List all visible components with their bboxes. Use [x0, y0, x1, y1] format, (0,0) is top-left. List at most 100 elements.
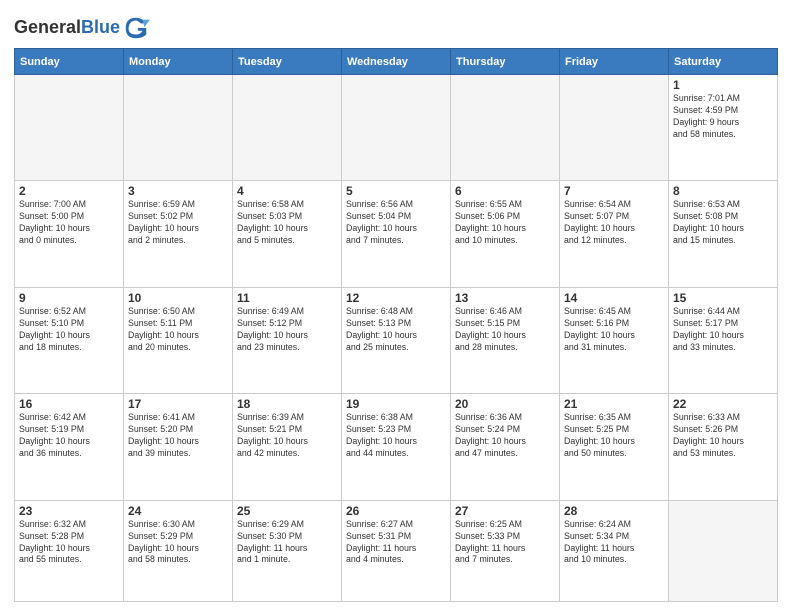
- weekday-header-wednesday: Wednesday: [342, 49, 451, 75]
- day-cell-15: 15Sunrise: 6:44 AM Sunset: 5:17 PM Dayli…: [669, 287, 778, 393]
- day-info: Sunrise: 6:36 AM Sunset: 5:24 PM Dayligh…: [455, 412, 555, 460]
- logo: GeneralBlue: [14, 14, 150, 42]
- day-number: 16: [19, 397, 119, 411]
- empty-cell: [560, 75, 669, 181]
- day-info: Sunrise: 6:29 AM Sunset: 5:30 PM Dayligh…: [237, 519, 337, 567]
- day-info: Sunrise: 6:25 AM Sunset: 5:33 PM Dayligh…: [455, 519, 555, 567]
- day-cell-7: 7Sunrise: 6:54 AM Sunset: 5:07 PM Daylig…: [560, 181, 669, 287]
- day-number: 21: [564, 397, 664, 411]
- day-number: 10: [128, 291, 228, 305]
- day-number: 9: [19, 291, 119, 305]
- day-cell-17: 17Sunrise: 6:41 AM Sunset: 5:20 PM Dayli…: [124, 394, 233, 500]
- day-info: Sunrise: 7:01 AM Sunset: 4:59 PM Dayligh…: [673, 93, 773, 141]
- week-row-3: 9Sunrise: 6:52 AM Sunset: 5:10 PM Daylig…: [15, 287, 778, 393]
- day-info: Sunrise: 6:38 AM Sunset: 5:23 PM Dayligh…: [346, 412, 446, 460]
- empty-cell: [451, 75, 560, 181]
- weekday-header-tuesday: Tuesday: [233, 49, 342, 75]
- weekday-header-thursday: Thursday: [451, 49, 560, 75]
- day-info: Sunrise: 6:42 AM Sunset: 5:19 PM Dayligh…: [19, 412, 119, 460]
- day-info: Sunrise: 6:54 AM Sunset: 5:07 PM Dayligh…: [564, 199, 664, 247]
- day-number: 25: [237, 504, 337, 518]
- logo-icon: [122, 14, 150, 42]
- empty-cell: [124, 75, 233, 181]
- day-cell-2: 2Sunrise: 7:00 AM Sunset: 5:00 PM Daylig…: [15, 181, 124, 287]
- day-number: 15: [673, 291, 773, 305]
- day-cell-8: 8Sunrise: 6:53 AM Sunset: 5:08 PM Daylig…: [669, 181, 778, 287]
- calendar-table: SundayMondayTuesdayWednesdayThursdayFrid…: [14, 48, 778, 602]
- day-number: 4: [237, 184, 337, 198]
- page: GeneralBlue SundayMondayTuesdayWednesday…: [0, 0, 792, 612]
- week-row-5: 23Sunrise: 6:32 AM Sunset: 5:28 PM Dayli…: [15, 500, 778, 601]
- day-number: 19: [346, 397, 446, 411]
- day-info: Sunrise: 6:41 AM Sunset: 5:20 PM Dayligh…: [128, 412, 228, 460]
- weekday-header-friday: Friday: [560, 49, 669, 75]
- empty-cell: [342, 75, 451, 181]
- day-cell-13: 13Sunrise: 6:46 AM Sunset: 5:15 PM Dayli…: [451, 287, 560, 393]
- day-number: 3: [128, 184, 228, 198]
- day-info: Sunrise: 6:39 AM Sunset: 5:21 PM Dayligh…: [237, 412, 337, 460]
- day-number: 14: [564, 291, 664, 305]
- day-cell-9: 9Sunrise: 6:52 AM Sunset: 5:10 PM Daylig…: [15, 287, 124, 393]
- day-cell-21: 21Sunrise: 6:35 AM Sunset: 5:25 PM Dayli…: [560, 394, 669, 500]
- day-number: 13: [455, 291, 555, 305]
- day-cell-22: 22Sunrise: 6:33 AM Sunset: 5:26 PM Dayli…: [669, 394, 778, 500]
- day-number: 12: [346, 291, 446, 305]
- day-number: 24: [128, 504, 228, 518]
- day-cell-5: 5Sunrise: 6:56 AM Sunset: 5:04 PM Daylig…: [342, 181, 451, 287]
- header: GeneralBlue: [14, 10, 778, 42]
- day-cell-20: 20Sunrise: 6:36 AM Sunset: 5:24 PM Dayli…: [451, 394, 560, 500]
- day-info: Sunrise: 7:00 AM Sunset: 5:00 PM Dayligh…: [19, 199, 119, 247]
- logo-text: GeneralBlue: [14, 18, 120, 38]
- week-row-4: 16Sunrise: 6:42 AM Sunset: 5:19 PM Dayli…: [15, 394, 778, 500]
- day-cell-19: 19Sunrise: 6:38 AM Sunset: 5:23 PM Dayli…: [342, 394, 451, 500]
- day-info: Sunrise: 6:48 AM Sunset: 5:13 PM Dayligh…: [346, 306, 446, 354]
- day-cell-11: 11Sunrise: 6:49 AM Sunset: 5:12 PM Dayli…: [233, 287, 342, 393]
- day-cell-25: 25Sunrise: 6:29 AM Sunset: 5:30 PM Dayli…: [233, 500, 342, 601]
- day-info: Sunrise: 6:52 AM Sunset: 5:10 PM Dayligh…: [19, 306, 119, 354]
- day-number: 27: [455, 504, 555, 518]
- day-cell-10: 10Sunrise: 6:50 AM Sunset: 5:11 PM Dayli…: [124, 287, 233, 393]
- day-cell-1: 1Sunrise: 7:01 AM Sunset: 4:59 PM Daylig…: [669, 75, 778, 181]
- day-info: Sunrise: 6:53 AM Sunset: 5:08 PM Dayligh…: [673, 199, 773, 247]
- day-cell-23: 23Sunrise: 6:32 AM Sunset: 5:28 PM Dayli…: [15, 500, 124, 601]
- day-info: Sunrise: 6:32 AM Sunset: 5:28 PM Dayligh…: [19, 519, 119, 567]
- day-number: 1: [673, 78, 773, 92]
- day-info: Sunrise: 6:24 AM Sunset: 5:34 PM Dayligh…: [564, 519, 664, 567]
- day-info: Sunrise: 6:59 AM Sunset: 5:02 PM Dayligh…: [128, 199, 228, 247]
- empty-cell: [669, 500, 778, 601]
- day-number: 26: [346, 504, 446, 518]
- day-cell-3: 3Sunrise: 6:59 AM Sunset: 5:02 PM Daylig…: [124, 181, 233, 287]
- day-info: Sunrise: 6:45 AM Sunset: 5:16 PM Dayligh…: [564, 306, 664, 354]
- day-cell-14: 14Sunrise: 6:45 AM Sunset: 5:16 PM Dayli…: [560, 287, 669, 393]
- day-cell-28: 28Sunrise: 6:24 AM Sunset: 5:34 PM Dayli…: [560, 500, 669, 601]
- day-number: 18: [237, 397, 337, 411]
- weekday-header-sunday: Sunday: [15, 49, 124, 75]
- week-row-2: 2Sunrise: 7:00 AM Sunset: 5:00 PM Daylig…: [15, 181, 778, 287]
- day-number: 23: [19, 504, 119, 518]
- weekday-header-monday: Monday: [124, 49, 233, 75]
- day-info: Sunrise: 6:27 AM Sunset: 5:31 PM Dayligh…: [346, 519, 446, 567]
- day-info: Sunrise: 6:58 AM Sunset: 5:03 PM Dayligh…: [237, 199, 337, 247]
- day-cell-16: 16Sunrise: 6:42 AM Sunset: 5:19 PM Dayli…: [15, 394, 124, 500]
- day-info: Sunrise: 6:30 AM Sunset: 5:29 PM Dayligh…: [128, 519, 228, 567]
- day-info: Sunrise: 6:50 AM Sunset: 5:11 PM Dayligh…: [128, 306, 228, 354]
- day-number: 22: [673, 397, 773, 411]
- day-cell-6: 6Sunrise: 6:55 AM Sunset: 5:06 PM Daylig…: [451, 181, 560, 287]
- weekday-header-saturday: Saturday: [669, 49, 778, 75]
- day-number: 20: [455, 397, 555, 411]
- week-row-1: 1Sunrise: 7:01 AM Sunset: 4:59 PM Daylig…: [15, 75, 778, 181]
- empty-cell: [233, 75, 342, 181]
- day-info: Sunrise: 6:55 AM Sunset: 5:06 PM Dayligh…: [455, 199, 555, 247]
- empty-cell: [15, 75, 124, 181]
- day-info: Sunrise: 6:56 AM Sunset: 5:04 PM Dayligh…: [346, 199, 446, 247]
- day-cell-12: 12Sunrise: 6:48 AM Sunset: 5:13 PM Dayli…: [342, 287, 451, 393]
- weekday-header-row: SundayMondayTuesdayWednesdayThursdayFrid…: [15, 49, 778, 75]
- day-number: 2: [19, 184, 119, 198]
- day-cell-4: 4Sunrise: 6:58 AM Sunset: 5:03 PM Daylig…: [233, 181, 342, 287]
- day-number: 11: [237, 291, 337, 305]
- day-info: Sunrise: 6:49 AM Sunset: 5:12 PM Dayligh…: [237, 306, 337, 354]
- day-number: 28: [564, 504, 664, 518]
- day-number: 7: [564, 184, 664, 198]
- day-info: Sunrise: 6:44 AM Sunset: 5:17 PM Dayligh…: [673, 306, 773, 354]
- day-cell-24: 24Sunrise: 6:30 AM Sunset: 5:29 PM Dayli…: [124, 500, 233, 601]
